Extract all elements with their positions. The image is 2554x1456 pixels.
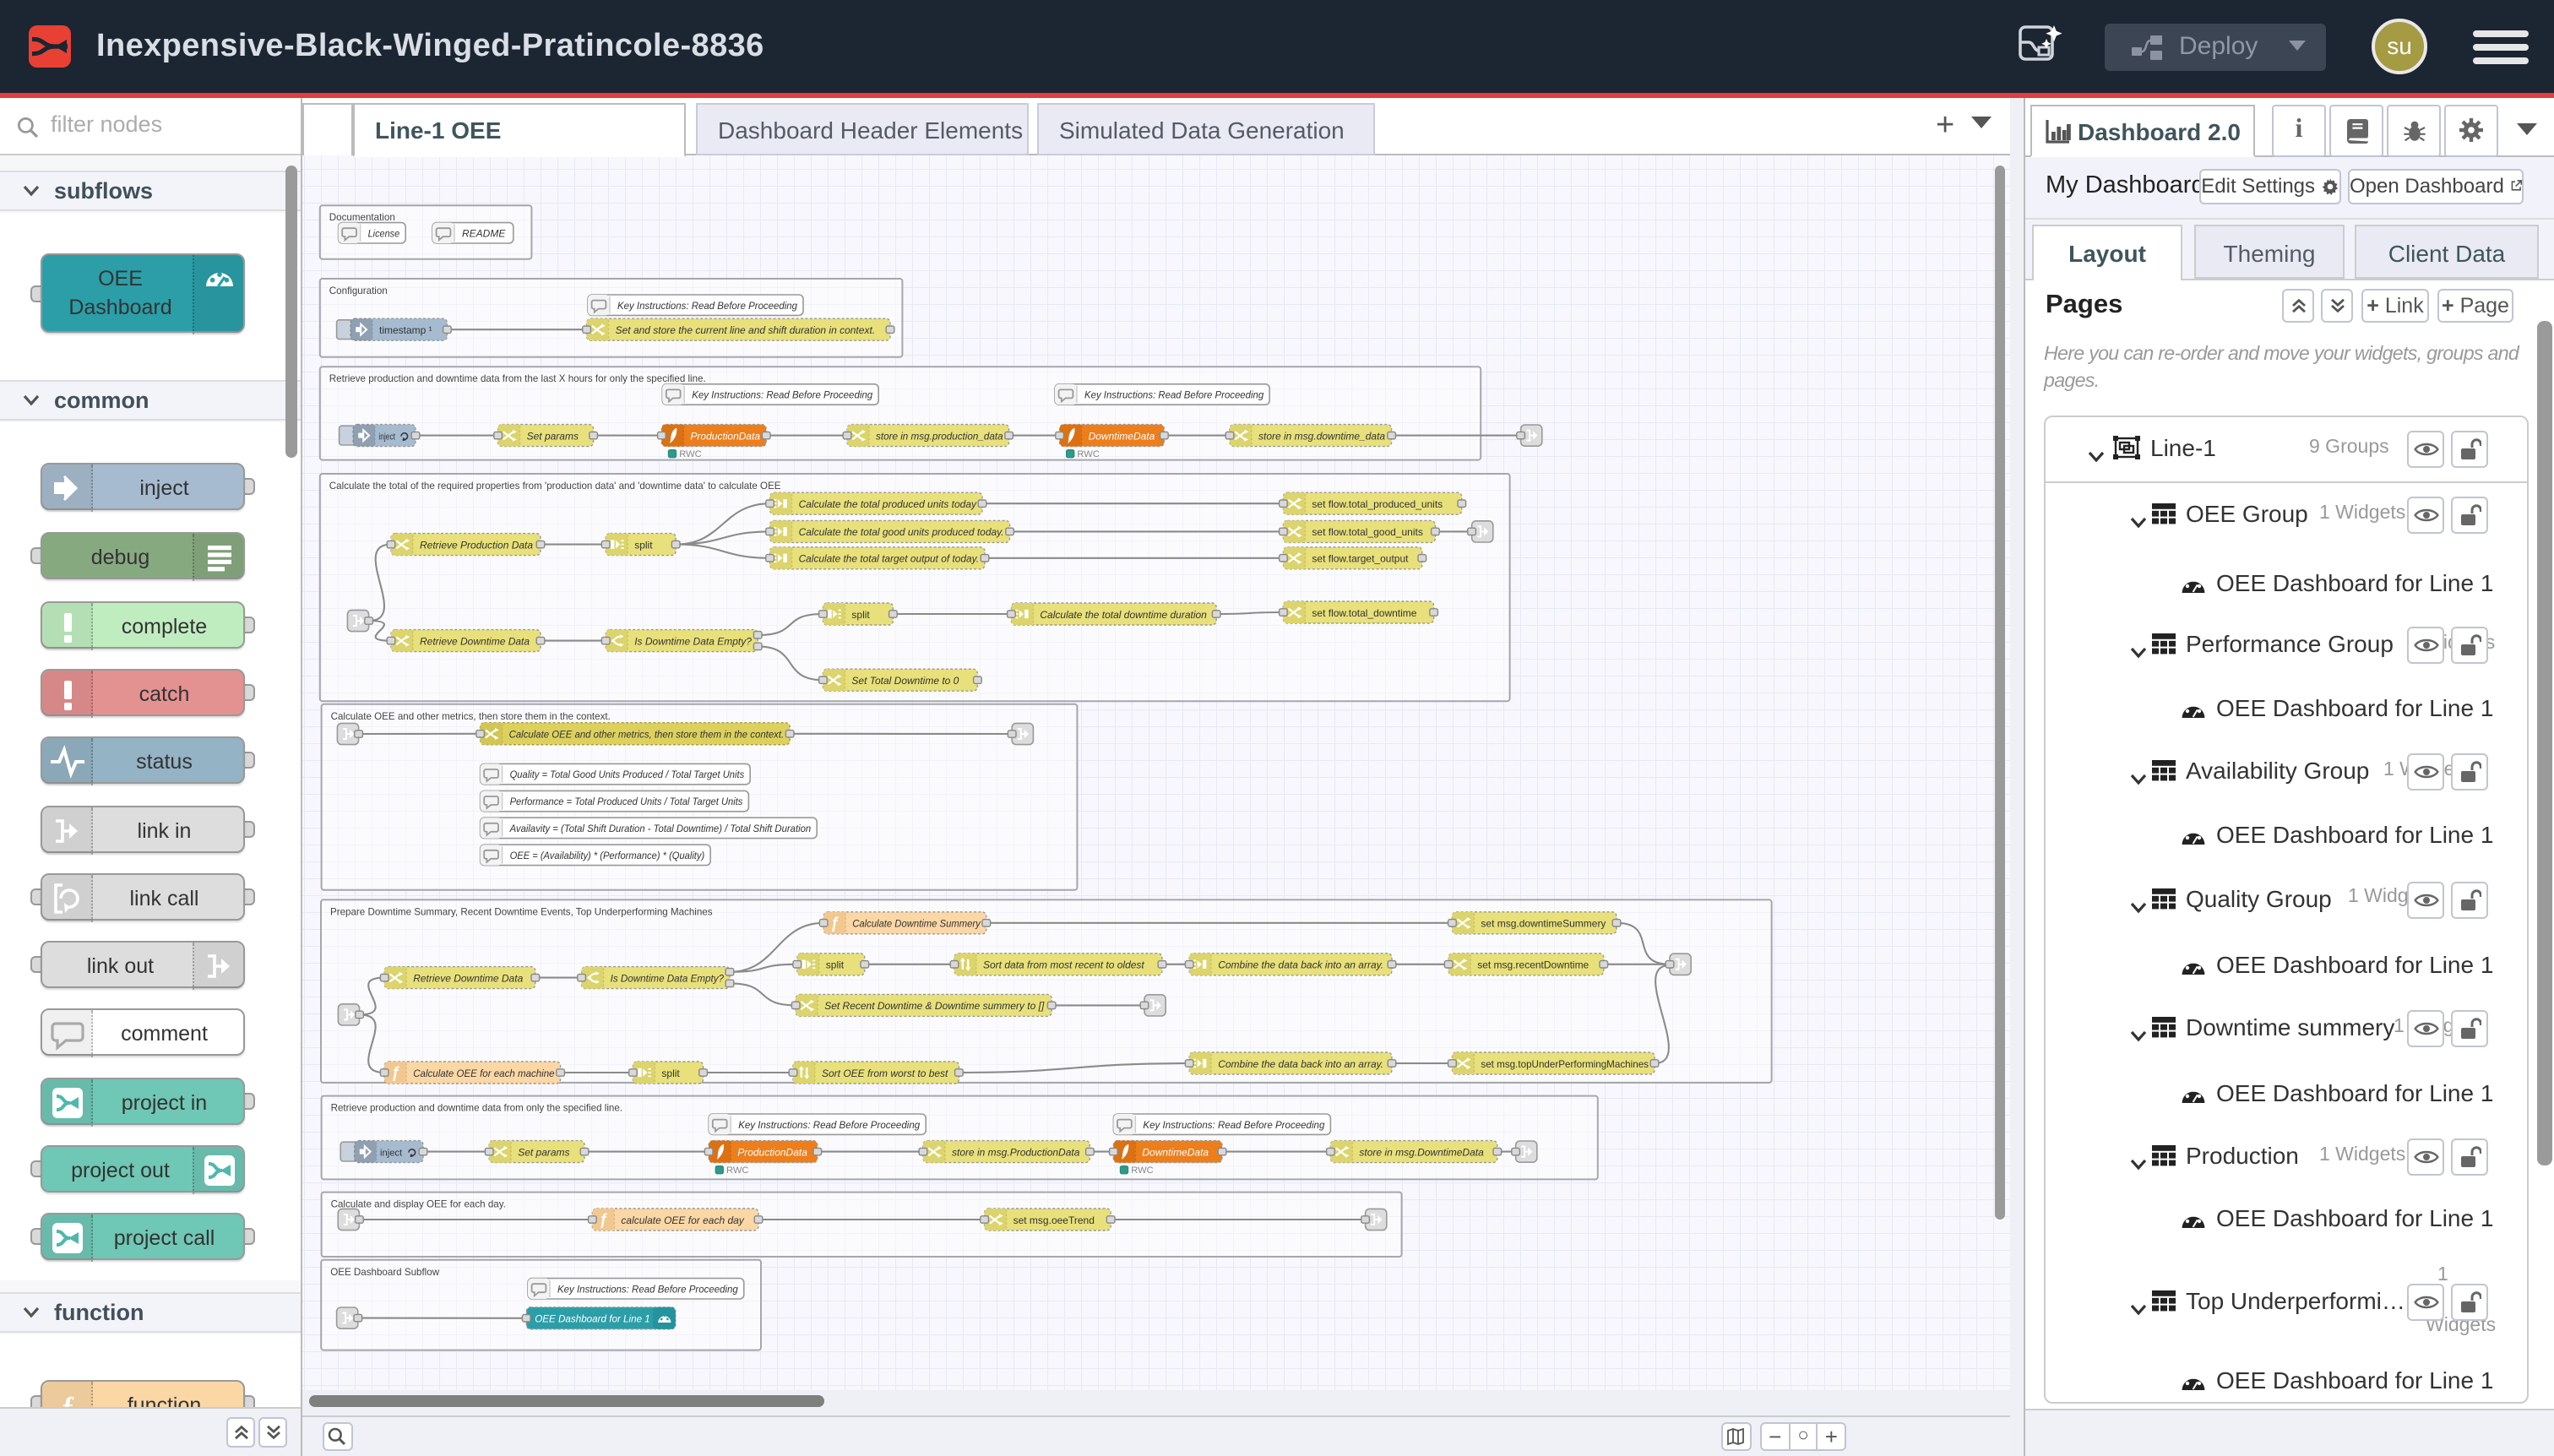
svg-text:DowntimeData: DowntimeData [1089, 430, 1155, 442]
svg-text:Calculate and display OEE for: Calculate and display OEE for each day. [331, 1199, 506, 1210]
svg-text:store in msg.DowntimeData: store in msg.DowntimeData [1359, 1146, 1484, 1158]
svg-text:set msg.recentDowntime: set msg.recentDowntime [1477, 959, 1589, 971]
svg-text:set flow.total_good_units: set flow.total_good_units [1312, 526, 1422, 538]
svg-text:Sort data from most recent to: Sort data from most recent to oldest [983, 959, 1144, 971]
svg-text:Key Instructions: Read Before: Key Instructions: Read Before Proceeding [1084, 389, 1264, 401]
svg-text:Retrieve Downtime Data: Retrieve Downtime Data [420, 635, 530, 647]
svg-text:split: split [851, 609, 870, 621]
svg-text:calculate OEE for each day: calculate OEE for each day [621, 1214, 744, 1226]
svg-text:set flow.target_output: set flow.target_output [1312, 553, 1409, 565]
svg-text:License: License [368, 227, 400, 239]
svg-text:Set params: Set params [527, 430, 579, 442]
svg-text:Calculate OEE and other metric: Calculate OEE and other metrics, then st… [331, 711, 611, 722]
svg-text:Set Recent Downtime & Downtime: Set Recent Downtime & Downtime summery t… [824, 1000, 1045, 1012]
svg-text:ƒ: ƒ [391, 1064, 399, 1081]
svg-text:store in msg.downtime_data: store in msg.downtime_data [1258, 430, 1385, 442]
svg-text:inject: inject [378, 432, 395, 442]
svg-text:Set Total Downtime to 0: Set Total Downtime to 0 [851, 675, 959, 687]
svg-text:Configuration: Configuration [329, 285, 388, 296]
svg-text:Calculate the total of the req: Calculate the total of the required prop… [329, 481, 781, 492]
svg-text:README: README [462, 227, 506, 239]
svg-text:Set and store the current line: Set and store the current line and shift… [616, 324, 876, 336]
svg-text:Key Instructions: Read Before: Key Instructions: Read Before Proceeding [557, 1283, 738, 1295]
svg-text:store in msg.production_data: store in msg.production_data [876, 430, 1003, 442]
svg-text:ƒ: ƒ [830, 915, 839, 932]
svg-text:Retrieve Downtime Data: Retrieve Downtime Data [413, 972, 523, 984]
svg-text:Retrieve Production Data: Retrieve Production Data [420, 539, 533, 551]
svg-text:set msg.downtimeSummery: set msg.downtimeSummery [1481, 918, 1606, 930]
svg-text:RWC: RWC [679, 449, 702, 459]
svg-text:ƒ: ƒ [61, 1390, 75, 1406]
svg-text:DowntimeData: DowntimeData [1142, 1146, 1209, 1158]
svg-text:Is Downtime Data Empty?: Is Downtime Data Empty? [611, 972, 725, 984]
svg-text:Sort OEE from worst to best: Sort OEE from worst to best [822, 1068, 948, 1079]
svg-text:set flow.total_produced_units: set flow.total_produced_units [1312, 498, 1443, 510]
svg-text:OEE = (Availability) * (Perfor: OEE = (Availability) * (Performance) * (… [510, 850, 705, 861]
svg-text:Quality = Total Good Units Pro: Quality = Total Good Units Produced / To… [510, 769, 745, 780]
svg-text:Calculate OEE and other metric: Calculate OEE and other metrics, then st… [509, 729, 785, 741]
svg-text:set msg.oeeTrend: set msg.oeeTrend [1013, 1214, 1095, 1226]
svg-text:set msg.topUnderPerformingMach: set msg.topUnderPerformingMachines [1481, 1058, 1649, 1070]
svg-text:OEE Dashboard Subflow: OEE Dashboard Subflow [330, 1267, 440, 1278]
svg-text:OEE Dashboard for Line 1: OEE Dashboard for Line 1 [535, 1313, 650, 1325]
svg-text:Set params: Set params [518, 1146, 569, 1158]
svg-text:Calculate OEE for each machine: Calculate OEE for each machine [413, 1068, 555, 1079]
svg-text:split: split [661, 1068, 680, 1079]
svg-text:Combine the data back into an: Combine the data back into an array. [1218, 959, 1383, 971]
svg-text:Availavity = (Total Shift Dura: Availavity = (Total Shift Duration - Tot… [509, 823, 812, 834]
svg-text:Key Instructions: Read Before: Key Instructions: Read Before Proceeding [692, 389, 872, 401]
svg-text:Retrieve production and downti: Retrieve production and downtime data fr… [331, 1103, 622, 1114]
svg-text:Calculate the total produced u: Calculate the total produced units today [799, 498, 977, 510]
svg-text:Key Instructions: Read Before: Key Instructions: Read Before Proceeding [738, 1119, 920, 1131]
svg-text:split: split [634, 539, 653, 551]
svg-text:ProductionData: ProductionData [737, 1146, 807, 1158]
svg-text:Combine the data back into an: Combine the data back into an array. [1218, 1058, 1383, 1070]
svg-text:Calculate the total good units: Calculate the total good units produced … [799, 526, 1004, 538]
svg-text:Key Instructions: Read Before: Key Instructions: Read Before Proceeding [1143, 1119, 1324, 1131]
svg-text:RWC: RWC [1077, 449, 1100, 459]
svg-text:RWC: RWC [726, 1165, 749, 1176]
svg-text:ProductionData: ProductionData [690, 430, 760, 442]
svg-text:store in msg.ProductionData: store in msg.ProductionData [952, 1146, 1080, 1158]
svg-text:Prepare Downtime Summary, Rece: Prepare Downtime Summary, Recent Downtim… [330, 906, 713, 917]
svg-text:Calculate the total target out: Calculate the total target output of tod… [799, 553, 979, 565]
svg-text:inject: inject [380, 1148, 403, 1158]
svg-text:split: split [826, 959, 845, 971]
svg-text:Is Downtime Data Empty?: Is Downtime Data Empty? [634, 635, 752, 647]
svg-text:set flow.total_downtime: set flow.total_downtime [1312, 607, 1416, 619]
svg-text:timestamp ¹: timestamp ¹ [379, 324, 432, 336]
svg-text:RWC: RWC [1131, 1165, 1154, 1176]
svg-text:Calculate the total downtime d: Calculate the total downtime duration [1040, 609, 1207, 621]
svg-text:Documentation: Documentation [329, 212, 395, 223]
svg-text:Performance = Total Produced U: Performance = Total Produced Units / Tot… [510, 796, 743, 807]
svg-text:Calculate Downtime Summery: Calculate Downtime Summery [852, 918, 981, 930]
svg-text:Key Instructions: Read Before: Key Instructions: Read Before Proceeding [617, 300, 797, 312]
svg-text:ƒ: ƒ [599, 1211, 607, 1228]
svg-text:Retrieve production and downti: Retrieve production and downtime data fr… [329, 373, 706, 384]
